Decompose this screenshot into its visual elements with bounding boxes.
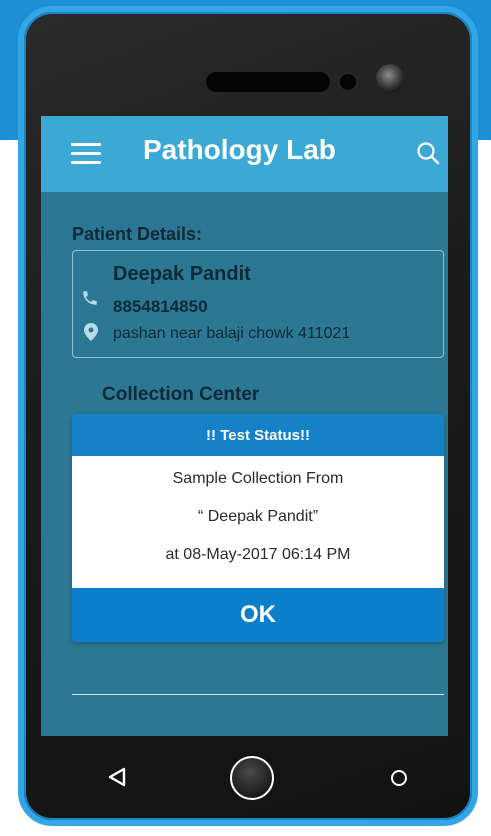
dialog-message-line-2: “ Deepak Pandit” [197,508,319,525]
phone-frame: Pathology Lab Patient Details: Deepak Pa… [18,6,478,826]
dialog-title: !! Test Status!! [72,414,444,456]
dialog-body: Sample Collection From “ Deepak Pandit” … [72,456,444,588]
dialog-message-line-1: Sample Collection From [172,470,344,487]
location-pin-icon [84,323,98,341]
divider-line [72,694,444,695]
phone-icon [83,291,97,305]
search-icon[interactable] [415,140,441,166]
back-triangle-icon[interactable] [106,766,128,788]
patient-details-heading: Patient Details: [72,224,203,244]
app-bar: Pathology Lab [41,116,448,192]
recent-apps-icon[interactable] [391,770,407,786]
app-screen: Pathology Lab Patient Details: Deepak Pa… [41,116,448,736]
proximity-sensor [340,74,356,90]
patient-address: pashan near balaji chowk 411021 [113,325,351,342]
test-status-dialog: !! Test Status!! Sample Collection From … [72,414,444,642]
front-camera [376,64,404,92]
home-circle-icon[interactable] [230,756,274,800]
ok-button[interactable]: OK [72,588,444,642]
speaker-grille [206,72,330,92]
patient-card: Deepak Pandit 8854814850 pashan near bal… [72,250,444,358]
patient-phone: 8854814850 [113,297,208,316]
dialog-message-line-3: at 08-May-2017 06:14 PM [165,546,351,563]
hamburger-menu-icon[interactable] [71,142,101,164]
collection-center-label: Collection Center [102,384,260,405]
patient-name: Deepak Pandit [113,263,251,285]
app-title: Pathology Lab [143,134,336,165]
